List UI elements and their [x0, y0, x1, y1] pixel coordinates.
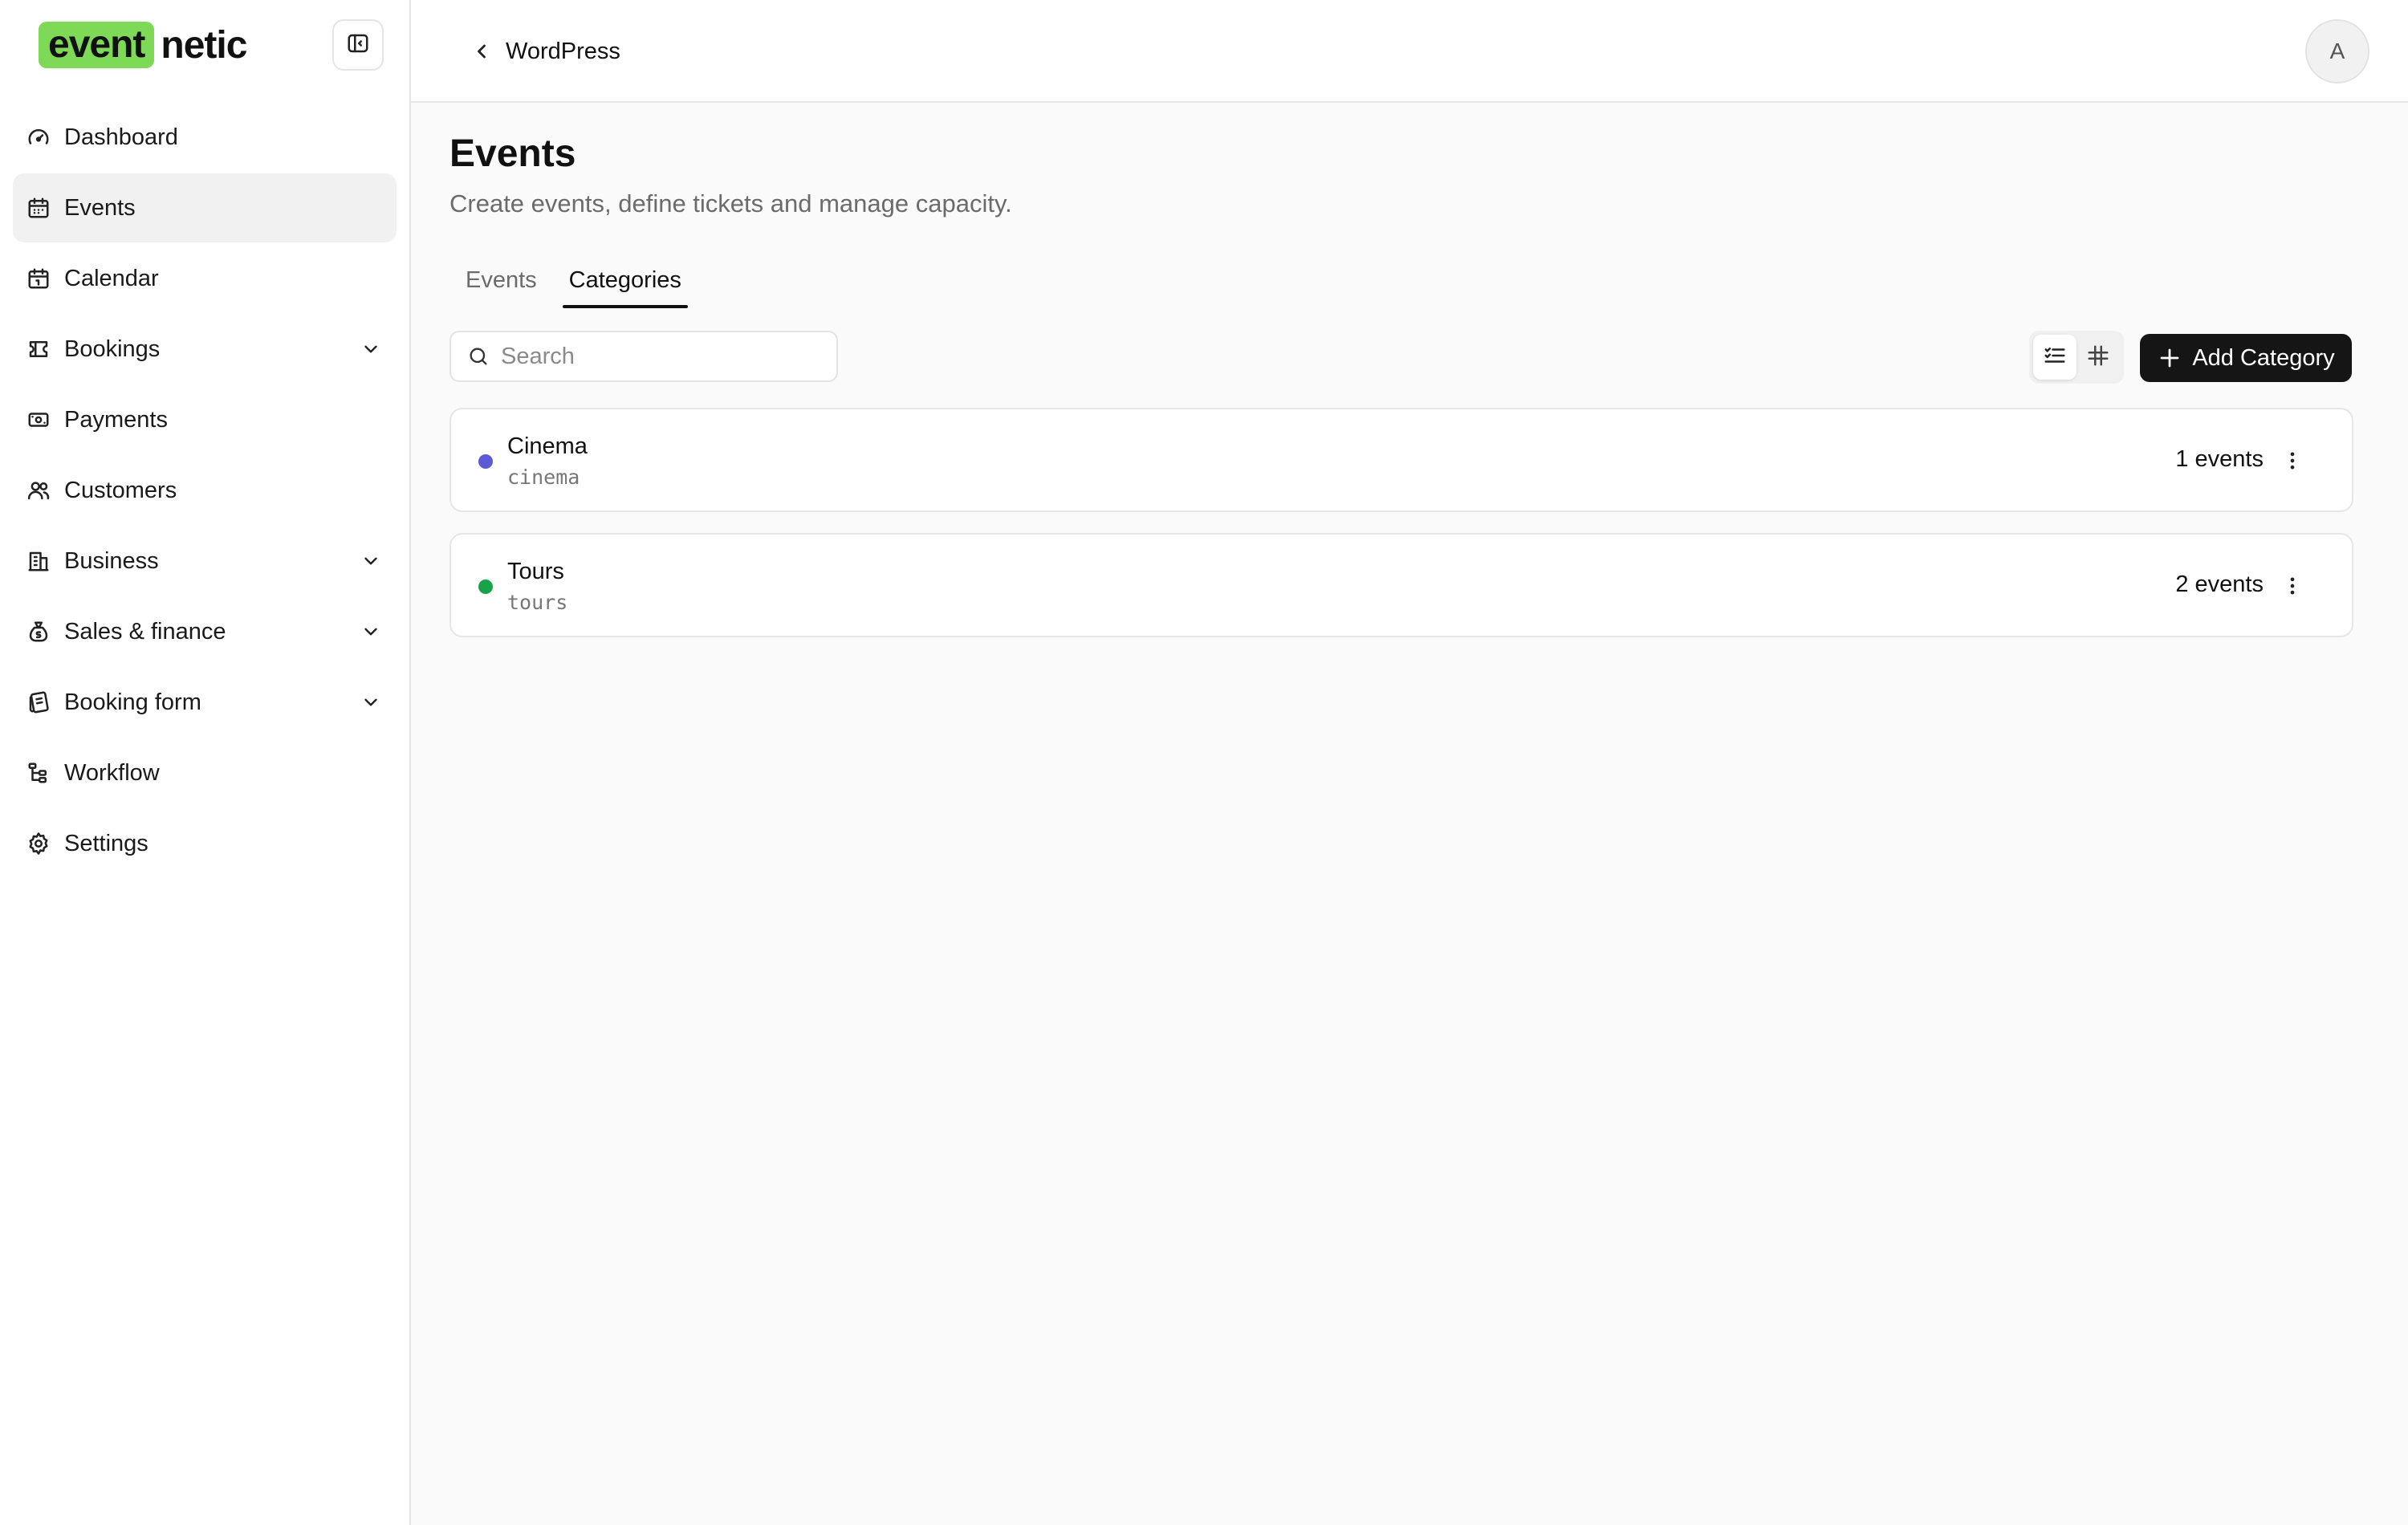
category-color-dot: [478, 454, 493, 469]
sidebar-item-label: Calendar: [64, 265, 159, 291]
money-bag-icon: [26, 619, 51, 645]
sidebar-item-label: Settings: [64, 830, 148, 856]
more-options-icon[interactable]: [2275, 568, 2310, 604]
category-color-dot: [478, 580, 493, 594]
category-event-count: 2 events: [2175, 571, 2264, 597]
sidebar-item-dashboard[interactable]: Dashboard: [13, 103, 397, 172]
view-mode-toggle: [2029, 331, 2124, 384]
sidebar-item-business[interactable]: Business: [13, 527, 397, 596]
sidebar: event netic Dashboard Events Calendar Bo…: [0, 0, 411, 1525]
calendar-icon: [26, 195, 51, 221]
grid-view-icon: [2086, 344, 2110, 372]
calendar-grid-icon: [26, 266, 51, 291]
back-link-label: WordPress: [506, 38, 620, 64]
search-input[interactable]: [501, 343, 806, 370]
category-event-count: 1 events: [2175, 446, 2264, 472]
sidebar-toggle-button[interactable]: [332, 19, 384, 71]
sidebar-item-label: Workflow: [64, 759, 160, 786]
list-item[interactable]: Tours tours 2 events: [449, 533, 2353, 637]
gear-icon: [26, 831, 51, 856]
tab-categories[interactable]: Categories: [553, 255, 698, 308]
category-list: Cinema cinema 1 events Tours tours 2 eve…: [449, 408, 2353, 658]
sidebar-item-customers[interactable]: Customers: [13, 456, 397, 525]
chevron-down-icon[interactable]: [358, 689, 384, 715]
workflow-icon: [26, 760, 51, 786]
avatar[interactable]: A: [2305, 19, 2369, 83]
logo-highlight: event: [39, 22, 155, 68]
category-name: Cinema: [507, 433, 588, 459]
sidebar-item-label: Payments: [64, 406, 168, 433]
sidebar-item-sales-finance[interactable]: Sales & finance: [13, 597, 397, 666]
category-slug: tours: [507, 591, 568, 614]
sidebar-item-label: Customers: [64, 477, 177, 503]
chevron-down-icon[interactable]: [358, 336, 384, 362]
add-category-button[interactable]: Add Category: [2140, 334, 2352, 382]
list-view-button[interactable]: [2033, 335, 2076, 380]
sidebar-item-settings[interactable]: Settings: [13, 809, 397, 878]
add-category-label: Add Category: [2192, 344, 2335, 371]
users-icon: [26, 478, 51, 503]
chevron-down-icon[interactable]: [358, 548, 384, 574]
chevron-down-icon[interactable]: [358, 619, 384, 645]
sidebar-item-booking-form[interactable]: Booking form: [13, 668, 397, 737]
building-icon: [26, 548, 51, 574]
page-subtitle: Create events, define tickets and manage…: [449, 189, 1012, 218]
search-box: [449, 331, 838, 382]
sidebar-item-label: Dashboard: [64, 124, 178, 150]
category-slug: cinema: [507, 466, 580, 489]
plus-icon: [2157, 345, 2182, 371]
tab-bar: Events Categories: [449, 255, 698, 308]
tab-events[interactable]: Events: [449, 255, 553, 308]
sidebar-item-events[interactable]: Events: [13, 173, 397, 242]
sidebar-item-label: Booking form: [64, 689, 201, 715]
sidebar-item-workflow[interactable]: Workflow: [13, 738, 397, 807]
logo-text: netic: [161, 23, 247, 67]
search-icon: [466, 344, 491, 369]
sidebar-item-label: Events: [64, 194, 136, 221]
category-name: Tours: [507, 559, 564, 584]
list-item[interactable]: Cinema cinema 1 events: [449, 408, 2353, 512]
more-options-icon[interactable]: [2275, 443, 2310, 478]
sidebar-item-payments[interactable]: Payments: [13, 385, 397, 454]
sidebar-item-bookings[interactable]: Bookings: [13, 315, 397, 384]
sidebar-item-label: Business: [64, 547, 159, 574]
gauge-icon: [26, 124, 51, 150]
back-link[interactable]: WordPress: [467, 32, 620, 71]
banknote-icon: [26, 407, 51, 433]
sidebar-item-label: Bookings: [64, 336, 161, 362]
sidebar-nav: Dashboard Events Calendar Bookings Payme…: [13, 103, 397, 880]
sidebar-toggle-icon: [346, 31, 370, 59]
app-root: event netic Dashboard Events Calendar Bo…: [0, 0, 2408, 1525]
chevron-left-icon: [467, 37, 496, 66]
sidebar-item-label: Sales & finance: [64, 618, 226, 645]
top-bar: WordPress A: [411, 0, 2408, 103]
logo[interactable]: event netic: [39, 21, 247, 69]
grid-view-button[interactable]: [2076, 335, 2120, 380]
sidebar-item-calendar[interactable]: Calendar: [13, 244, 397, 313]
form-icon: [26, 689, 51, 715]
list-view-icon: [2043, 344, 2067, 372]
page-title: Events: [449, 132, 576, 175]
ticket-icon: [26, 336, 51, 362]
